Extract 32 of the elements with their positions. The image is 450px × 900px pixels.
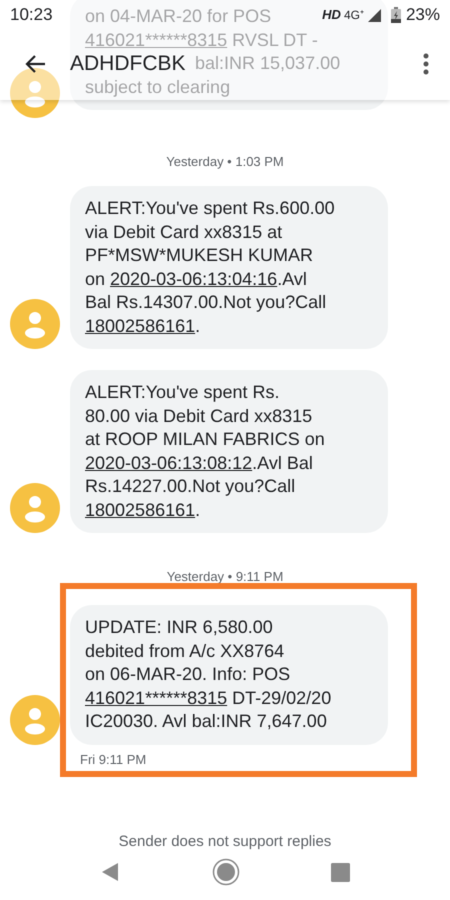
message-link[interactable]: 18002586161 xyxy=(85,316,196,336)
message-link[interactable]: 2020-03-06:13:08:12 xyxy=(85,452,252,472)
battery-icon xyxy=(390,7,401,23)
recents-nav-icon[interactable] xyxy=(331,862,350,882)
battery-text: 23% xyxy=(406,4,440,26)
conversation-title: ADHDFCBK xyxy=(70,51,186,78)
message-line: 416021******8315 RVSL DT - xyxy=(85,28,318,52)
network-text: 4G⁺ xyxy=(344,7,364,24)
timestamp-text: Yesterday • 1:03 PM xyxy=(165,154,285,170)
avatar-icon xyxy=(10,483,60,533)
message-line: on 04-MAR-20 for POS xyxy=(85,5,272,28)
message-text: ALERT:You've spent Rs.600.00 via Debit Card xx8315 at PF*MSW*MUKESH KUMAR on 2020-03-06:13:04:16.Avl Bal Rs.14307.00.Not you?Call 18002586161. xyxy=(85,197,336,338)
message-line: bal:INR 15,037.00 xyxy=(195,52,340,75)
home-nav-icon[interactable] xyxy=(212,858,240,886)
signal-icon xyxy=(368,8,381,22)
back-nav-icon[interactable] xyxy=(100,862,120,882)
message-text: UPDATE: INR 6,580.00 debited from A/c XX8764 on 06-MAR-20. Info: POS 416021******8315 DT-29/02/20 IC20030. Avl bal:INR 7,647.00 xyxy=(85,616,332,733)
message-text: ALERT:You've spent Rs. 80.00 via Debit Card xx8315 at ROOP MILAN FABRICS on 2020-03-06:13:08:12.Avl Bal Rs.14227.00.Not you?Call 18002586161. xyxy=(85,381,326,522)
hd-text: HD xyxy=(322,6,341,24)
avatar-icon xyxy=(10,694,60,744)
avatar-icon xyxy=(10,68,60,118)
message-link[interactable]: 416021******8315 xyxy=(85,688,228,708)
message-line: subject to clearing xyxy=(85,76,230,99)
message-link[interactable]: 2020-03-06:13:04:16 xyxy=(110,268,278,288)
menu-icon xyxy=(423,53,429,75)
clock-text: 10:23 xyxy=(10,4,53,26)
message-time: Fri 9:11 PM xyxy=(80,752,148,768)
timestamp-text: Yesterday • 9:11 PM xyxy=(166,569,284,585)
back-arrow-icon xyxy=(24,54,46,74)
notice-text: Sender does not support replies xyxy=(118,832,332,852)
message-link[interactable]: 18002586161 xyxy=(85,500,196,520)
avatar-icon xyxy=(10,299,60,349)
